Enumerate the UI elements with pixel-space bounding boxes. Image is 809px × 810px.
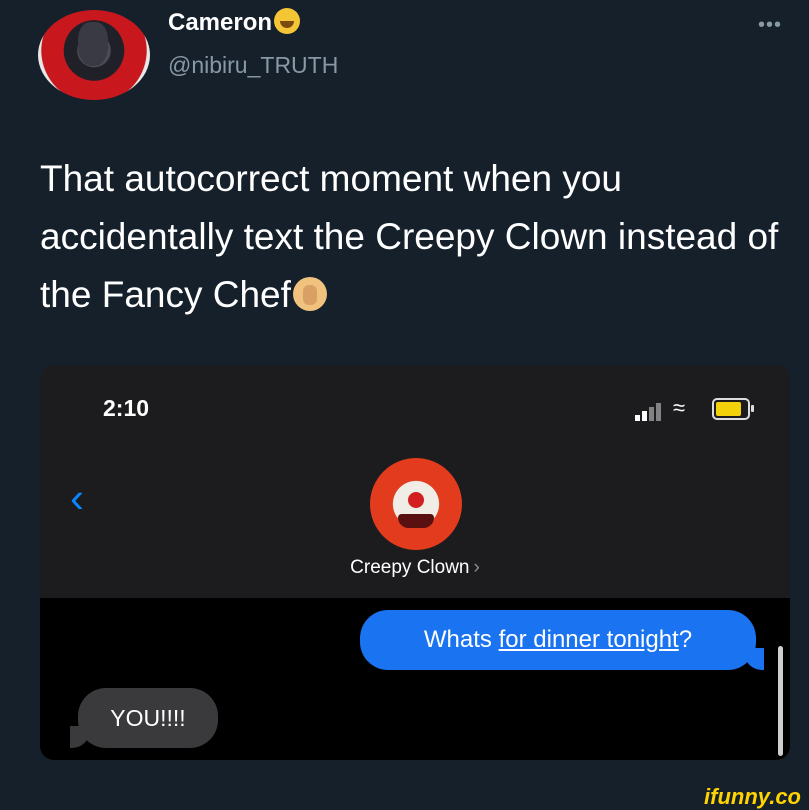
ifunny-watermark: ifunny.co xyxy=(704,784,801,809)
sent-message-link[interactable]: for dinner tonight xyxy=(499,626,679,653)
clown-nose xyxy=(408,492,424,508)
display-name-text[interactable]: Cameron xyxy=(168,9,272,36)
wifi-icon: ≈ xyxy=(673,395,686,420)
user-handle[interactable]: @nibiru_TRUTH xyxy=(168,52,338,79)
embedded-screenshot: 2:10 ≈ ‹ Creepy Clown › Whats for dinner … xyxy=(40,365,790,760)
tweet-card: Cameron @nibiru_TRUTH ••• That autocorre… xyxy=(0,0,809,790)
smiling-face-emoji-icon xyxy=(274,8,301,34)
chevron-right-icon: › xyxy=(473,557,480,578)
sent-message-suffix: ? xyxy=(678,626,693,653)
contact-avatar[interactable] xyxy=(370,458,462,550)
sent-message-prefix: Whats xyxy=(423,626,499,653)
contact-name-button[interactable]: Creepy Clown › xyxy=(330,557,500,579)
cellular-signal-icon xyxy=(635,401,665,421)
scrollbar[interactable] xyxy=(778,646,783,756)
user-avatar[interactable] xyxy=(38,10,150,100)
facepalm-emoji-icon xyxy=(292,277,327,311)
more-options-icon[interactable]: ••• xyxy=(758,14,782,37)
footer-strip xyxy=(0,790,809,810)
status-bar-time: 2:10 xyxy=(103,395,150,421)
contact-name-label: Creepy Clown xyxy=(350,557,470,578)
tweet-text: That autocorrect moment when you acciden… xyxy=(40,150,780,324)
message-thread[interactable]: Whats for dinner tonight? YOU!!!! xyxy=(40,598,790,760)
back-chevron-icon[interactable]: ‹ xyxy=(70,477,84,519)
battery-icon xyxy=(712,398,754,420)
sent-message-bubble[interactable]: Whats for dinner tonight? xyxy=(360,610,756,670)
sent-bubble-tail xyxy=(744,648,764,670)
avatar-mask-figure xyxy=(78,22,108,66)
display-name[interactable]: Cameron xyxy=(168,8,301,37)
tweet-body: That autocorrect moment when you acciden… xyxy=(40,158,779,315)
clown-mouth xyxy=(398,514,434,528)
received-message-bubble[interactable]: YOU!!!! xyxy=(78,688,218,748)
